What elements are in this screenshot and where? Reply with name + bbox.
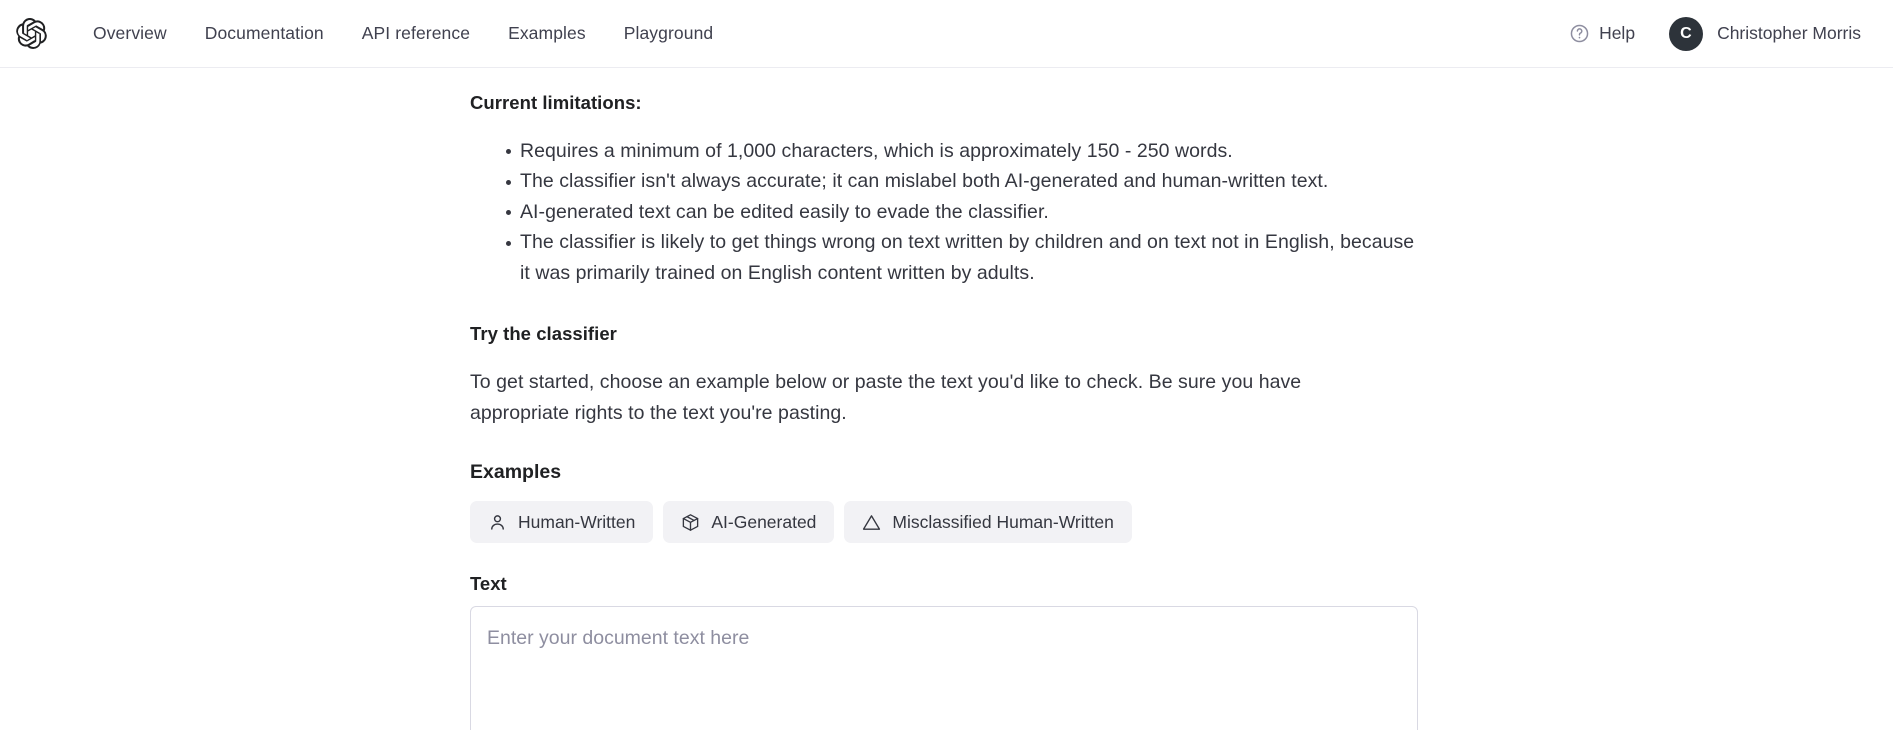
content-column: Current limitations: Requires a minimum …: [470, 68, 1420, 730]
person-icon: [488, 513, 507, 532]
nav-right-group: Help C Christopher Morris: [1555, 11, 1869, 57]
user-name: Christopher Morris: [1717, 23, 1861, 43]
limitations-list: Requires a minimum of 1,000 characters, …: [470, 136, 1420, 289]
nav-link-overview[interactable]: Overview: [74, 15, 186, 52]
example-chip-misclassified-human-written[interactable]: Misclassified Human-Written: [844, 501, 1132, 543]
help-button[interactable]: Help: [1555, 15, 1649, 52]
text-field-label: Text: [470, 573, 507, 594]
list-item: AI-generated text can be edited easily t…: [470, 197, 1420, 228]
nav-link-documentation[interactable]: Documentation: [186, 15, 343, 52]
top-navbar: Overview Documentation API reference Exa…: [0, 0, 1893, 68]
list-item: The classifier is likely to get things w…: [470, 227, 1420, 288]
user-menu[interactable]: C Christopher Morris: [1661, 11, 1869, 57]
document-text-input[interactable]: [470, 606, 1418, 730]
nav-link-examples[interactable]: Examples: [489, 15, 605, 52]
openai-logo-icon[interactable]: [14, 17, 48, 51]
example-chip-label: AI-Generated: [711, 511, 817, 532]
cube-icon: [681, 513, 700, 532]
example-chip-ai-generated[interactable]: AI-Generated: [663, 501, 835, 543]
examples-heading: Examples: [470, 461, 562, 483]
try-classifier-heading: Try the classifier: [470, 323, 617, 345]
question-circle-icon: [1569, 23, 1590, 44]
nav-link-api-reference[interactable]: API reference: [343, 15, 489, 52]
example-chip-human-written[interactable]: Human-Written: [470, 501, 654, 543]
intro-paragraph: To get started, choose an example below …: [470, 371, 1302, 424]
warning-triangle-icon: [862, 513, 881, 532]
limitations-heading: Current limitations:: [470, 92, 642, 113]
nav-links: Overview Documentation API reference Exa…: [74, 15, 732, 52]
list-item: Requires a minimum of 1,000 characters, …: [470, 136, 1420, 167]
nav-link-playground[interactable]: Playground: [605, 15, 733, 52]
example-chip-label: Misclassified Human-Written: [892, 511, 1114, 532]
avatar: C: [1669, 16, 1704, 51]
help-label: Help: [1599, 23, 1636, 43]
page-body: Current limitations: Requires a minimum …: [0, 68, 1893, 730]
example-chip-label: Human-Written: [518, 511, 636, 532]
examples-row: Human-Written AI-Generated Misclassified…: [470, 501, 1420, 543]
list-item: The classifier isn't always accurate; it…: [470, 166, 1420, 197]
